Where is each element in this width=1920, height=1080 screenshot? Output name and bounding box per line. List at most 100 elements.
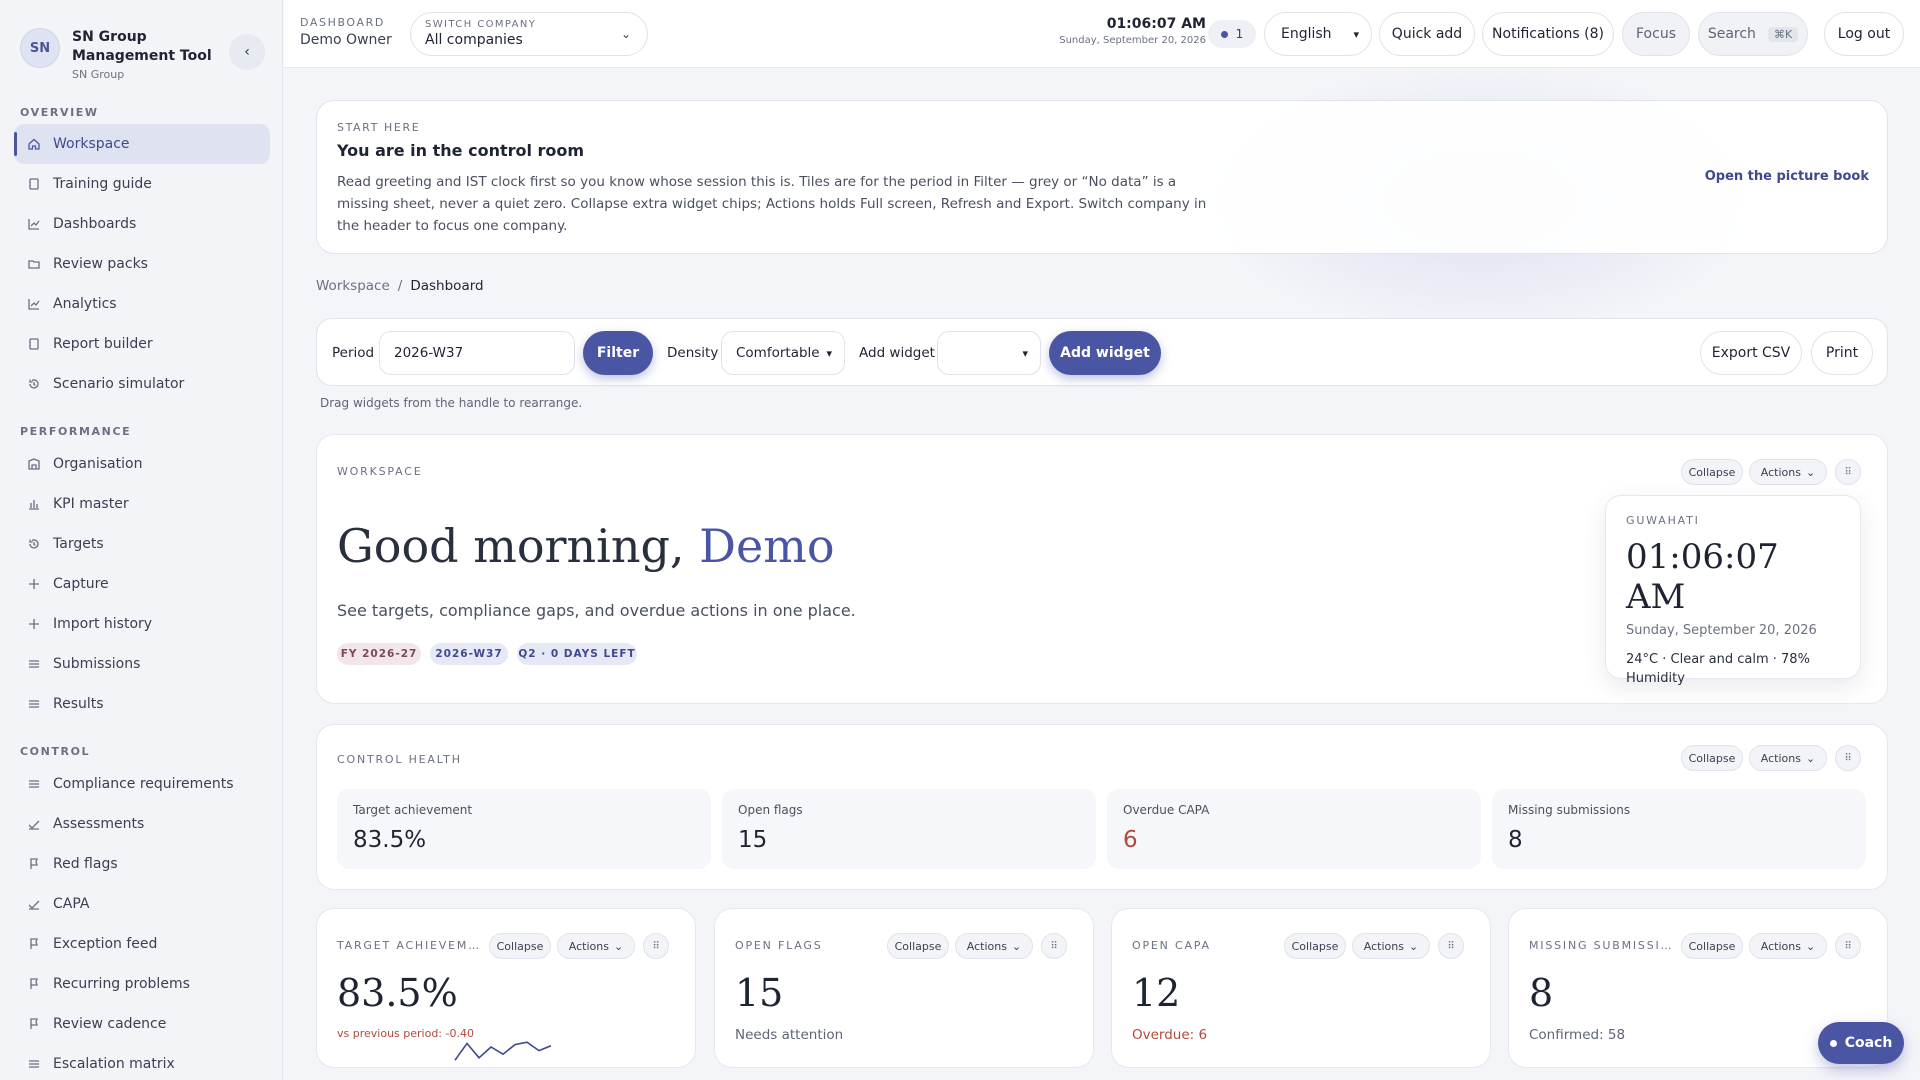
sidebar-item-label: Scenario simulator bbox=[53, 376, 185, 392]
actions-button[interactable]: Actions ⌄ bbox=[1749, 745, 1827, 771]
add-widget-select[interactable]: ▾ bbox=[937, 331, 1041, 375]
filter-button[interactable]: Filter bbox=[583, 331, 653, 375]
language-select[interactable]: English ▾ bbox=[1264, 12, 1372, 56]
notifications-button[interactable]: Notifications (8) bbox=[1482, 12, 1614, 56]
tile-value: 12 bbox=[1132, 971, 1181, 1015]
workspace-widget: WORKSPACE Collapse Actions ⌄ ⠿ Good morni… bbox=[316, 434, 1888, 704]
sidebar-item-workspace[interactable]: Workspace bbox=[14, 124, 270, 164]
chevron-down-icon: ⌄ bbox=[1805, 939, 1816, 953]
collapse-sidebar-button[interactable]: ‹ bbox=[229, 34, 265, 70]
collapse-button[interactable]: Collapse bbox=[1681, 745, 1743, 771]
drag-handle-icon[interactable]: ⠿ bbox=[1835, 933, 1861, 959]
file-icon bbox=[26, 336, 42, 352]
sidebar-item-dashboards[interactable]: Dashboards bbox=[14, 204, 270, 244]
metric-value: 8 bbox=[1508, 827, 1523, 853]
tile-kicker: TARGET ACHIEVEMENT bbox=[337, 939, 485, 952]
sidebar-item-recurring-problems[interactable]: Recurring problems bbox=[14, 964, 270, 1004]
metric-open-flags[interactable]: Open flags 15 bbox=[722, 789, 1096, 869]
chevron-down-icon: ▾ bbox=[826, 346, 832, 360]
metric-missing-submissions[interactable]: Missing submissions 8 bbox=[1492, 789, 1866, 869]
metric-label: Target achievement bbox=[353, 803, 473, 817]
sidebar-item-import-history[interactable]: Import history bbox=[14, 604, 270, 644]
collapse-button[interactable]: Collapse bbox=[887, 933, 949, 959]
drag-handle-icon[interactable]: ⠿ bbox=[1041, 933, 1067, 959]
density-label: Density bbox=[667, 345, 719, 361]
drag-hint: Drag widgets from the handle to rearrang… bbox=[320, 396, 583, 410]
drag-handle-icon[interactable]: ⠿ bbox=[643, 933, 669, 959]
dashboard-toolbar: Period 2026-W37 Filter Density Comfortab… bbox=[316, 318, 1888, 386]
metric-overdue-capa[interactable]: Overdue CAPA 6 bbox=[1107, 789, 1481, 869]
flag-icon bbox=[26, 936, 42, 952]
tile-kicker: MISSING SUBMISSIONS bbox=[1529, 939, 1677, 952]
sidebar-item-analytics[interactable]: Analytics bbox=[14, 284, 270, 324]
search-button[interactable]: Search ⌘K bbox=[1698, 12, 1808, 56]
home-icon bbox=[26, 136, 42, 152]
sidebar-item-scenario-simulator[interactable]: Scenario simulator bbox=[14, 364, 270, 404]
top-header: DASHBOARD Demo Owner SWITCH COMPANY All … bbox=[284, 0, 1920, 68]
sidebar-item-review-cadence[interactable]: Review cadence bbox=[14, 1004, 270, 1044]
actions-button[interactable]: Actions ⌄ bbox=[1749, 459, 1827, 485]
quick-add-button[interactable]: Quick add bbox=[1379, 12, 1475, 56]
actions-button[interactable]: Actions ⌄ bbox=[955, 933, 1033, 959]
chevron-left-icon: ‹ bbox=[244, 44, 250, 60]
sidebar-item-capture[interactable]: Capture bbox=[14, 564, 270, 604]
sidebar-item-compliance-requirements[interactable]: Compliance requirements bbox=[14, 764, 270, 804]
sidebar-item-assessments[interactable]: Assessments bbox=[14, 804, 270, 844]
collapse-button[interactable]: Collapse bbox=[1284, 933, 1346, 959]
owner-name: Demo Owner bbox=[300, 32, 392, 48]
actions-button[interactable]: Actions ⌄ bbox=[1749, 933, 1827, 959]
drag-handle-icon[interactable]: ⠿ bbox=[1438, 933, 1464, 959]
presence-indicator[interactable]: 1 bbox=[1208, 20, 1256, 48]
chevron-down-icon: ⌄ bbox=[1805, 751, 1816, 765]
check-icon bbox=[26, 896, 42, 912]
sidebar-item-label: Dashboards bbox=[53, 216, 137, 232]
collapse-button[interactable]: Collapse bbox=[489, 933, 551, 959]
sidebar-item-label: Import history bbox=[53, 616, 153, 632]
tile-subtitle: Confirmed: 58 bbox=[1529, 1027, 1626, 1043]
breadcrumb-workspace[interactable]: Workspace bbox=[316, 278, 390, 294]
actions-button[interactable]: Actions ⌄ bbox=[1352, 933, 1430, 959]
sparkline bbox=[454, 1041, 552, 1061]
collapse-button[interactable]: Collapse bbox=[1681, 459, 1743, 485]
avatar[interactable]: SN bbox=[20, 28, 60, 68]
logout-button[interactable]: Log out bbox=[1824, 12, 1904, 56]
picture-book-link[interactable]: Open the picture book bbox=[1705, 169, 1869, 184]
density-select[interactable]: Comfortable ▾ bbox=[721, 331, 845, 375]
clock-time: 01:06:07 AM bbox=[1626, 537, 1779, 617]
sidebar-item-kpi-master[interactable]: KPI master bbox=[14, 484, 270, 524]
sidebar-item-review-packs[interactable]: Review packs bbox=[14, 244, 270, 284]
drag-handle-icon[interactable]: ⠿ bbox=[1835, 459, 1861, 485]
start-here-card: START HERE You are in the control room R… bbox=[316, 100, 1888, 254]
breadcrumb: Workspace / Dashboard bbox=[316, 278, 484, 294]
flag-icon bbox=[26, 976, 42, 992]
export-csv-button[interactable]: Export CSV bbox=[1700, 331, 1802, 375]
actions-label: Actions bbox=[568, 939, 609, 953]
sidebar-item-submissions[interactable]: Submissions bbox=[14, 644, 270, 684]
sidebar-item-results[interactable]: Results bbox=[14, 684, 270, 724]
line-chart-icon bbox=[26, 216, 42, 232]
greeting-heading: Good morning, Demo bbox=[337, 519, 835, 573]
sidebar-item-escalation-matrix[interactable]: Escalation matrix bbox=[14, 1044, 270, 1080]
focus-button[interactable]: Focus bbox=[1622, 12, 1690, 56]
sidebar-item-exception-feed[interactable]: Exception feed bbox=[14, 924, 270, 964]
actions-button[interactable]: Actions ⌄ bbox=[557, 933, 635, 959]
switch-company-select[interactable]: SWITCH COMPANY All companies ⌄ bbox=[410, 12, 648, 56]
collapse-button[interactable]: Collapse bbox=[1681, 933, 1743, 959]
sidebar-item-report-builder[interactable]: Report builder bbox=[14, 324, 270, 364]
sidebar-item-red-flags[interactable]: Red flags bbox=[14, 844, 270, 884]
period-input[interactable]: 2026-W37 bbox=[379, 331, 575, 375]
sidebar-item-organisation[interactable]: Organisation bbox=[14, 444, 270, 484]
print-button[interactable]: Print bbox=[1811, 331, 1873, 375]
coach-button[interactable]: Coach bbox=[1818, 1022, 1904, 1064]
brand-subtitle: SN Group bbox=[72, 68, 125, 81]
sidebar-item-label: Targets bbox=[53, 536, 104, 552]
sidebar-item-label: KPI master bbox=[53, 496, 129, 512]
start-title: You are in the control room bbox=[337, 141, 585, 160]
sidebar-item-training-guide[interactable]: Training guide bbox=[14, 164, 270, 204]
sidebar-item-capa[interactable]: CAPA bbox=[14, 884, 270, 924]
sidebar-item-targets[interactable]: Targets bbox=[14, 524, 270, 564]
metric-target-achievement[interactable]: Target achievement 83.5% bbox=[337, 789, 711, 869]
drag-handle-icon[interactable]: ⠿ bbox=[1835, 745, 1861, 771]
add-widget-button[interactable]: Add widget bbox=[1049, 331, 1161, 375]
search-label: Search bbox=[1707, 26, 1756, 42]
